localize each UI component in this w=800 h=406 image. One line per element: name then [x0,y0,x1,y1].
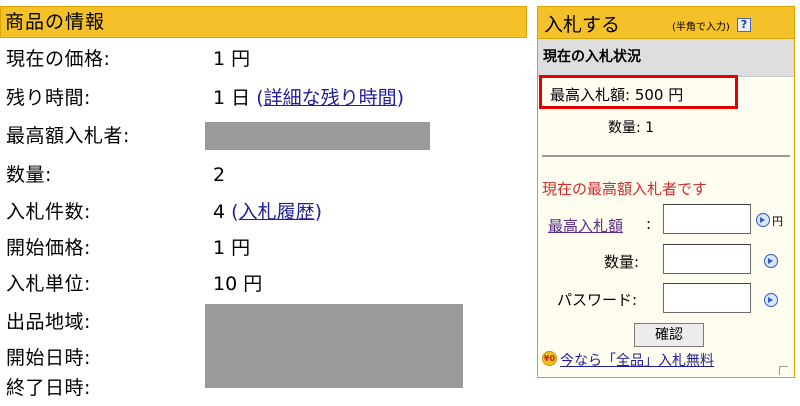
redacted-top-bidder [205,122,430,150]
yen-unit: 円 [772,215,783,228]
max-bid-colon: : [646,215,652,233]
help-icon[interactable]: ? [737,18,751,32]
confirm-button[interactable]: 確認 [634,323,704,347]
redacted-region-and-dates [205,304,463,388]
bid-status-header: 現在の入札状況 [538,39,794,77]
lookup-icon[interactable] [764,293,778,307]
half-width-hint: (半角で入力) [672,22,730,33]
current-quantity: 数量: 1 [608,120,655,136]
divider [542,155,790,157]
info-label: 現在の価格: [6,48,111,70]
info-label: 入札単位: [6,273,91,295]
time-left-value: 1 日 [213,87,251,109]
info-label: 入札件数: [6,201,91,223]
bid-count-value: 4 [213,201,226,223]
info-label: 最高額入札者: [6,125,130,147]
item-info-header: 商品の情報 [0,6,527,38]
info-value: 10 円 [213,273,263,295]
password-input[interactable] [663,283,751,313]
quantity-label: 数量: [604,253,640,271]
yen-free-icon: ¥0 [542,351,557,366]
info-row-quantity: 数量: 2 [0,157,527,193]
corner-mark [779,366,788,375]
max-bid-input[interactable] [663,204,751,234]
info-label: 開始価格: [6,237,91,259]
bid-history-link[interactable]: 入札履歴 [239,201,315,223]
info-value: 1 円 [213,237,251,259]
bid-panel-title: 入札する [544,14,621,36]
paren-open: ( [256,87,264,109]
paren-open: ( [231,201,239,223]
lookup-icon[interactable] [756,213,770,227]
info-row-time-left: 残り時間: 1 日 (詳細な残り時間) [0,80,527,116]
free-bid-promo-link[interactable]: 今なら「全品」入札無料 [560,350,714,370]
paren-close: ) [396,87,405,109]
info-row-top-bidder: 最高額入札者: [0,118,527,154]
max-bid-label-link[interactable]: 最高入札額 [548,215,623,236]
item-info-panel: 商品の情報 現在の価格: 1 円 残り時間: 1 日 (詳細な残り時間) 最高額… [0,6,527,399]
top-bidder-message: 現在の最高額入札者です [542,180,708,198]
quantity-input[interactable] [663,244,751,274]
info-label: 出品地域: [6,311,91,333]
lookup-icon[interactable] [764,254,778,268]
bid-panel: 入札する (半角で入力) ? 現在の入札状況 最高入札額: 500 円 数量: … [537,6,795,378]
info-value: 1 円 [213,48,251,70]
max-bid-amount: 最高入札額: 500 円 [550,86,684,104]
info-value: 2 [213,164,226,186]
info-label: 数量: [6,164,52,186]
info-value: 4 (入札履歴) [213,194,322,230]
bid-status-title: 現在の入札状況 [543,49,641,65]
time-detail-link[interactable]: 詳細な残り時間 [264,87,397,109]
info-row-bid-increment: 入札単位: 10 円 [0,266,527,302]
max-bid-highlight: 最高入札額: 500 円 [539,75,738,109]
info-label: 終了日時: [6,377,91,399]
info-row-current-price: 現在の価格: 1 円 [0,41,527,77]
info-label: 残り時間: [6,87,91,109]
info-value: 1 日 (詳細な残り時間) [213,80,404,116]
password-label: パスワード: [557,291,638,309]
info-row-start-price: 開始価格: 1 円 [0,230,527,266]
bid-panel-header: 入札する (半角で入力) ? [538,7,794,39]
info-row-bid-count: 入札件数: 4 (入札履歴) [0,194,527,230]
paren-close: ) [314,201,322,223]
